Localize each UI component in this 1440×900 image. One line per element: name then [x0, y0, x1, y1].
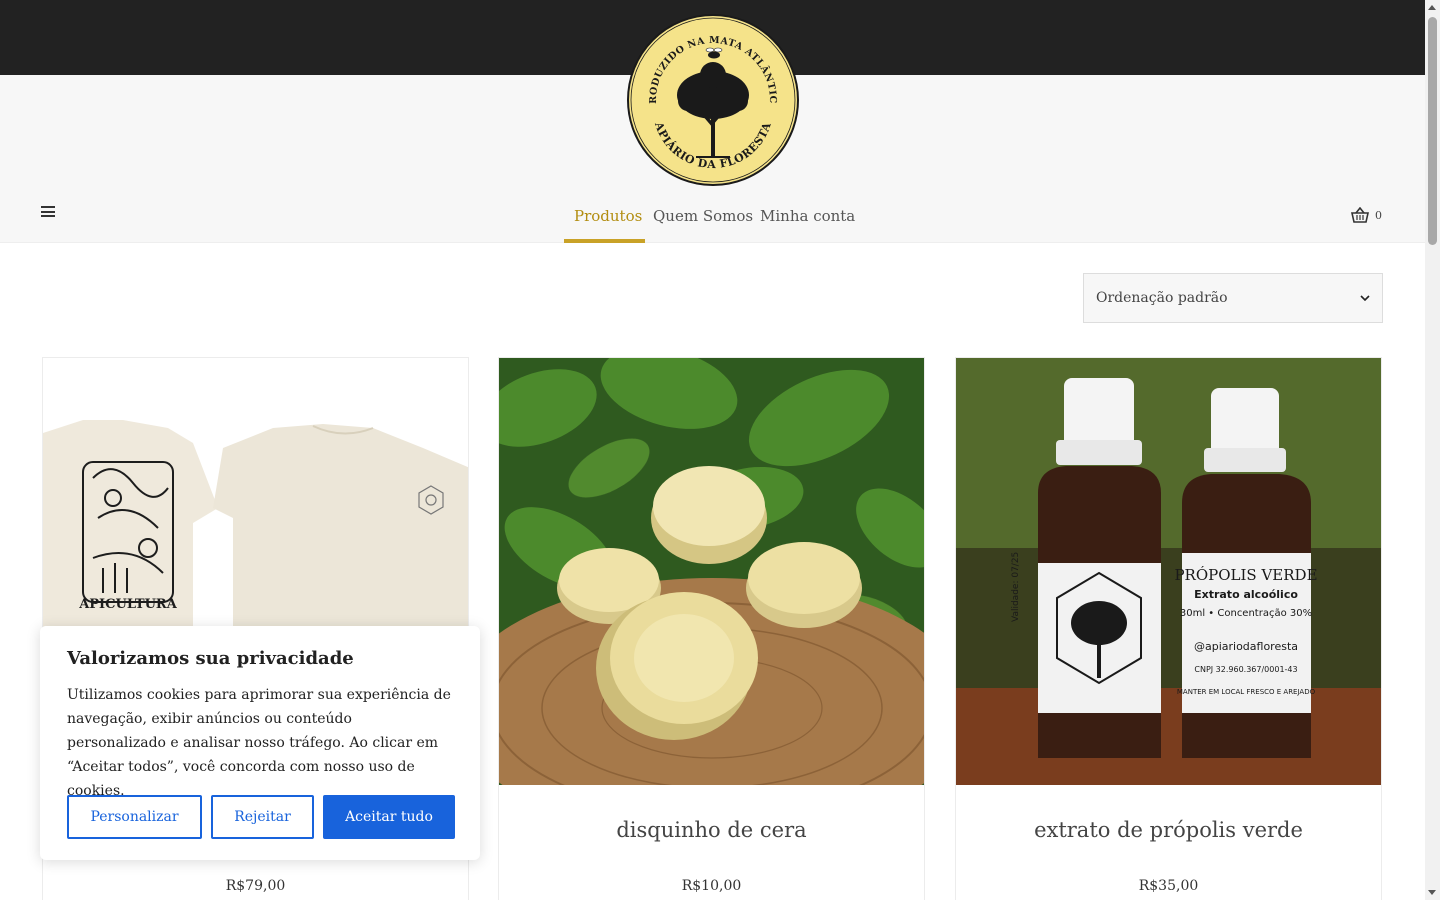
label-handle: @apiariodafloresta [1194, 640, 1298, 653]
accept-all-button[interactable]: Aceitar tudo [323, 795, 455, 839]
cookie-body: Utilizamos cookies para aprimorar sua ex… [67, 687, 451, 799]
cookie-consent-banner: Valorizamos sua privacidade Utilizamos c… [40, 626, 480, 860]
label-validade: Validade: 07/25 [1011, 552, 1021, 622]
cookie-buttons: Personalizar Rejeitar Aceitar tudo [67, 795, 455, 839]
product-image-wax-discs[interactable] [499, 358, 924, 785]
product-name[interactable]: extrato de própolis verde [956, 818, 1381, 842]
sort-select[interactable]: Ordenação padrão [1083, 273, 1383, 323]
label-keep: MANTER EM LOCAL FRESCO E AREJADO [1177, 688, 1316, 696]
sort-selected-value: Ordenação padrão [1096, 290, 1228, 306]
product-price: R$35,00 [1138, 878, 1199, 894]
nav-produtos[interactable]: Produtos [574, 207, 642, 225]
shirt-print-text: APICULTURA [78, 597, 178, 612]
nav-minha-conta[interactable]: Minha conta [760, 207, 855, 225]
customize-button[interactable]: Personalizar [67, 795, 202, 839]
label-title: PRÓPOLIS VERDE [1174, 566, 1317, 584]
main-nav: Produtos Quem Somos Minha conta [0, 197, 1425, 243]
nav-quem-somos[interactable]: Quem Somos [653, 207, 753, 225]
product-card[interactable]: Validade: 07/25 PRÓPOLIS VERDE Extrato a… [955, 357, 1382, 900]
cart-count: 0 [1375, 208, 1382, 222]
product-card[interactable]: disquinho de cera R$10,00 [498, 357, 925, 900]
label-subtitle: Extrato alcoólico [1194, 588, 1298, 601]
cookie-title: Valorizamos sua privacidade [67, 648, 354, 669]
product-price: R$79,00 [225, 878, 286, 894]
scrollbar-thumb[interactable] [1428, 17, 1437, 245]
basket-icon [1351, 207, 1369, 223]
site-logo[interactable]: PRODUZIDO NA MATA ATLÂNTICA APIÁRIO DA F… [621, 5, 800, 187]
product-name[interactable]: disquinho de cera [499, 818, 924, 842]
reject-button[interactable]: Rejeitar [211, 795, 314, 839]
nav-active-indicator [564, 239, 645, 243]
scroll-up-arrow-icon[interactable] [1428, 5, 1436, 10]
product-image-propolis-bottles[interactable]: Validade: 07/25 PRÓPOLIS VERDE Extrato a… [956, 358, 1381, 785]
label-concentration: 30ml • Concentração 30% [1180, 608, 1312, 619]
label-cnpj: CNPJ 32.960.367/0001-43 [1194, 665, 1297, 674]
product-price: R$10,00 [681, 878, 742, 894]
cart-button[interactable]: 0 [1351, 206, 1382, 224]
chevron-down-icon [1360, 295, 1370, 301]
page-scrollbar[interactable] [1425, 0, 1440, 900]
scroll-down-arrow-icon[interactable] [1428, 890, 1436, 895]
